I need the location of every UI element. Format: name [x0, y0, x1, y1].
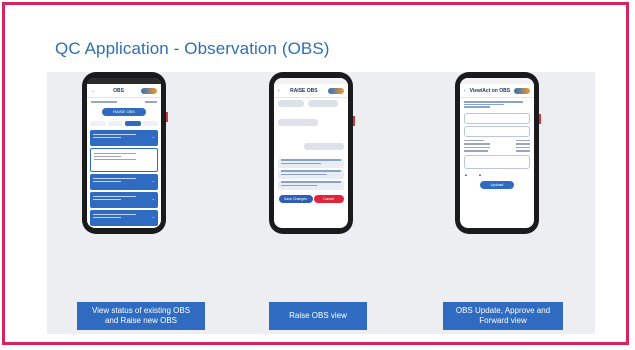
- phone-side-button: [353, 116, 355, 126]
- type-select[interactable]: [278, 100, 304, 107]
- type-location-row: [274, 98, 348, 109]
- contractor-select[interactable]: [278, 119, 318, 126]
- drawing-number-field[interactable]: [464, 112, 530, 124]
- app-bar: ‹ View/Act on OBS: [460, 84, 534, 98]
- app-logo: [514, 87, 530, 94]
- obs-list-item[interactable]: ⌄: [90, 192, 158, 208]
- cancel-button[interactable]: Cancel: [313, 195, 344, 203]
- chevron-down-icon: ⌄: [151, 134, 155, 139]
- screen-title: View/Act on OBS: [469, 87, 511, 94]
- document-icon[interactable]: ▲: [464, 172, 468, 177]
- tab-status-2[interactable]: [107, 121, 123, 126]
- caption-raise-obs: Raise OBS view: [269, 302, 367, 330]
- drawing-date-field[interactable]: [464, 125, 530, 137]
- phone-obs-list: ← OBS RAISE OBS ⌄ ⌄ ⌄ ⌄: [82, 72, 168, 234]
- location-select[interactable]: [308, 100, 338, 107]
- documents-row: ▲ ▲: [460, 171, 534, 178]
- tab-status-3[interactable]: [125, 121, 141, 126]
- phone-screen: ‹ View/Act on OBS ▲ ▲ Upload: [460, 78, 534, 228]
- phone-side-button: [166, 112, 168, 122]
- app-logo: [141, 87, 157, 94]
- qc-rep-text[interactable]: [278, 170, 344, 179]
- tab-status-1[interactable]: [90, 121, 106, 126]
- phone-screen: ← OBS RAISE OBS ⌄ ⌄ ⌄ ⌄: [87, 78, 161, 228]
- raise-obs-button[interactable]: RAISE OBS: [102, 108, 146, 116]
- app-logo: [328, 87, 344, 94]
- raised-by-row: [274, 135, 348, 157]
- raised-by-select[interactable]: [304, 143, 344, 150]
- screenshots-panel: ← OBS RAISE OBS ⌄ ⌄ ⌄ ⌄ ‹ RAISE OBS Save…: [47, 72, 595, 334]
- document-icon[interactable]: ▲: [478, 172, 482, 177]
- obs-list-item[interactable]: ⌄: [90, 130, 158, 146]
- screen-title: RAISE OBS: [290, 87, 318, 94]
- chevron-down-icon: ⌄: [151, 196, 155, 201]
- filter-row: [87, 98, 161, 105]
- phone-raise-obs: ‹ RAISE OBS Save Changes Cancel: [269, 72, 355, 234]
- back-arrow-icon[interactable]: ‹: [278, 88, 280, 94]
- tab-status-4[interactable]: [142, 121, 158, 126]
- screen-title: OBS: [113, 87, 124, 94]
- upload-button[interactable]: Upload: [480, 180, 514, 189]
- status-tabs: [87, 119, 161, 128]
- back-arrow-icon[interactable]: ←: [91, 88, 96, 94]
- caption-update-approve: OBS Update, Approve and Forward view: [443, 302, 563, 330]
- phone-side-button: [539, 114, 541, 124]
- caption-view-status: View status of existing OBS and Raise ne…: [77, 302, 205, 330]
- form-actions: Save Changes Cancel: [274, 192, 348, 206]
- slide-frame: QC Application - Observation (OBS) ← OBS…: [2, 2, 629, 345]
- back-arrow-icon[interactable]: ‹: [464, 88, 466, 94]
- obs-list-item[interactable]: ⌄: [90, 174, 158, 190]
- phone-view-obs: ‹ View/Act on OBS ▲ ▲ Upload: [455, 72, 541, 234]
- chevron-down-icon: ⌄: [151, 178, 155, 183]
- chevron-down-icon: ⌄: [151, 214, 155, 219]
- hse-rep-text[interactable]: [278, 181, 344, 190]
- details-field[interactable]: [464, 154, 530, 169]
- obs-list-item[interactable]: ⌄: [90, 210, 158, 226]
- app-bar: ‹ RAISE OBS: [274, 84, 348, 98]
- description-text: [460, 98, 534, 111]
- observation-text[interactable]: [278, 159, 344, 168]
- contractor-row: [274, 111, 348, 133]
- obs-list-item[interactable]: [90, 148, 158, 172]
- phone-screen: ‹ RAISE OBS Save Changes Cancel: [274, 78, 348, 228]
- save-changes-button[interactable]: Save Changes: [278, 195, 313, 203]
- slide-title: QC Application - Observation (OBS): [55, 39, 330, 58]
- app-bar: ← OBS: [87, 84, 161, 98]
- history-row: [460, 149, 534, 153]
